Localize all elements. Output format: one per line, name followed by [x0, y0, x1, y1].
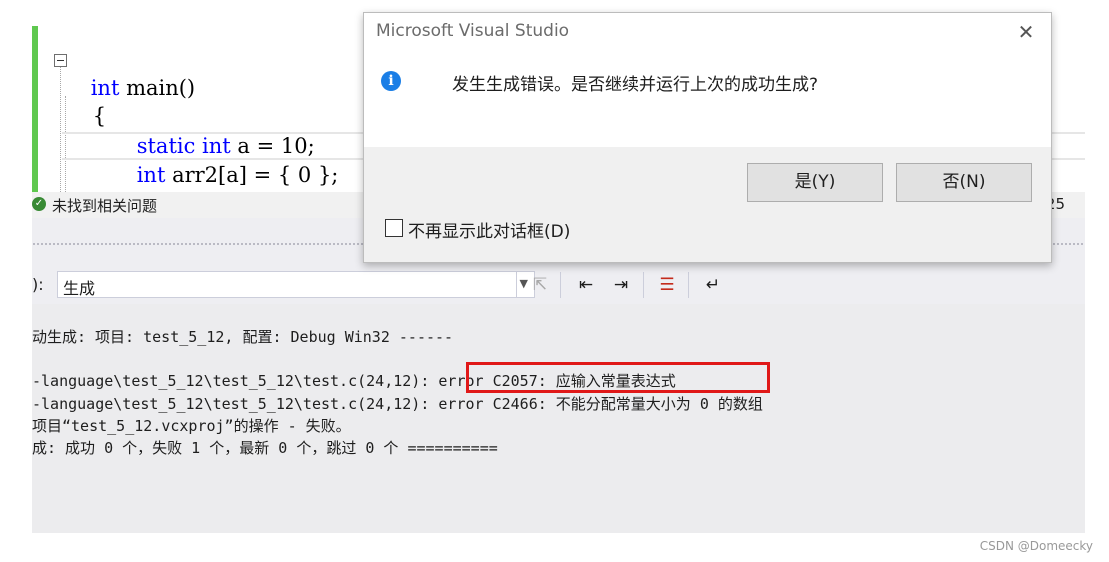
- dialog-title: Microsoft Visual Studio: [376, 21, 570, 41]
- next-message-icon[interactable]: ⇥: [609, 273, 633, 297]
- build-error-dialog: Microsoft Visual Studio ✕ i 发生生成错误。是否继续并…: [363, 12, 1052, 263]
- code-line[interactable]: int arr2[a] = { 0 };: [110, 132, 339, 187]
- issues-status-text[interactable]: 未找到相关问题: [52, 195, 157, 216]
- no-button[interactable]: 否(N): [896, 163, 1032, 202]
- output-line: 项目“test_5_12.vcxproj”的操作 - 失败。: [32, 417, 351, 435]
- toolbar-separator: [643, 272, 644, 298]
- output-source-select[interactable]: 生成 ▼: [57, 271, 535, 298]
- error-highlight-box: [466, 362, 770, 393]
- close-icon[interactable]: ✕: [1015, 20, 1037, 44]
- code-line[interactable]: {: [66, 73, 106, 128]
- chevron-down-icon[interactable]: ▼: [520, 277, 528, 290]
- word-wrap-icon[interactable]: ↵: [701, 273, 725, 297]
- output-pane[interactable]: 动生成: 项目: test_5_12, 配置: Debug Win32 ----…: [32, 304, 1085, 533]
- toolbar-separator: [688, 272, 689, 298]
- dialog-content: i 发生生成错误。是否继续并运行上次的成功生成?: [364, 53, 1051, 147]
- toolbar-separator: [560, 272, 561, 298]
- outline-guide: [60, 67, 61, 192]
- code-line[interactable]: return 0;: [110, 161, 232, 190]
- source-label: ):: [32, 275, 44, 294]
- code-text: {: [92, 104, 107, 128]
- dont-show-label[interactable]: 不再显示此对话框(D): [408, 217, 570, 242]
- check-circle-icon: ✓: [32, 197, 46, 211]
- toolbar-separator: [516, 272, 517, 298]
- dont-show-checkbox[interactable]: [385, 219, 403, 237]
- clear-all-icon[interactable]: ☰: [655, 273, 679, 297]
- dialog-message: 发生生成错误。是否继续并运行上次的成功生成?: [452, 75, 819, 95]
- output-line: 成: 成功 0 个，失败 1 个，最新 0 个，跳过 0 个 =========…: [32, 439, 498, 457]
- watermark-text: CSDN @Domeecky: [979, 539, 1093, 553]
- output-line: -language\test_5_12\test_5_12\test.c(24,…: [32, 395, 763, 413]
- code-line[interactable]: int main(): [64, 45, 195, 100]
- output-source-value: 生成: [63, 279, 96, 298]
- info-icon: i: [381, 71, 401, 91]
- yes-button[interactable]: 是(Y): [747, 163, 883, 202]
- code-text: main(): [119, 76, 196, 100]
- change-indicator-bar: [32, 26, 38, 192]
- code-line[interactable]: static int a = 10;: [110, 103, 315, 158]
- previous-message-icon[interactable]: ⇤: [574, 273, 598, 297]
- dialog-titlebar[interactable]: Microsoft Visual Studio ✕: [364, 13, 1051, 53]
- output-toolbar: ): 生成 ▼ ⇱ ⇤ ⇥ ☰ ↵: [32, 268, 1085, 304]
- find-message-icon[interactable]: ⇱: [528, 273, 552, 297]
- output-line: 动生成: 项目: test_5_12, 配置: Debug Win32 ----…: [32, 328, 454, 346]
